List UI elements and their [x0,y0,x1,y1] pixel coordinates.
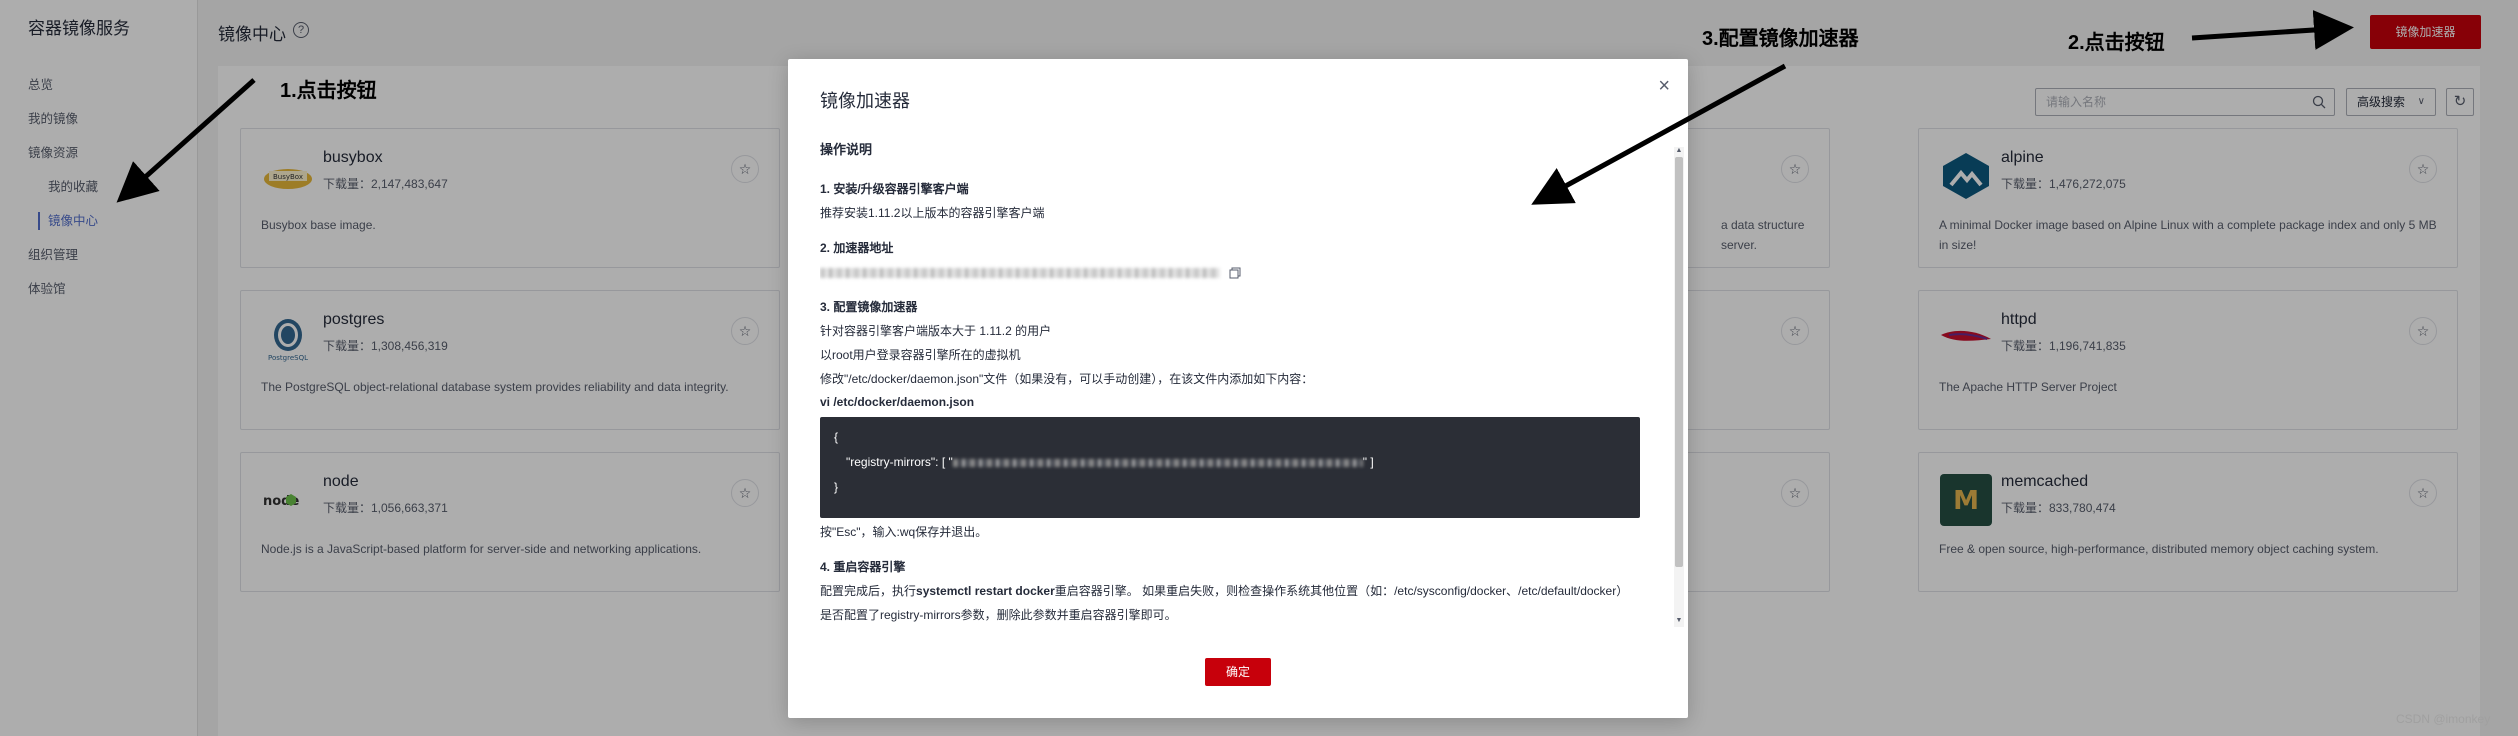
daemon-json-code: { "registry-mirrors": [ " " ] } [820,417,1640,518]
annotation-step3: 3.配置镜像加速器 [1702,28,1859,50]
close-icon[interactable]: × [1658,75,1670,98]
dialog-scrollbar[interactable]: ▲ ▼ [1674,147,1684,627]
step4-title: 4. 重启容器引擎 [820,560,906,574]
copy-icon[interactable] [1229,267,1241,279]
code-close-brace: } [834,480,839,494]
step3-title: 3. 配置镜像加速器 [820,300,918,314]
watermark: CSDN @imonkey [2396,712,2491,726]
step4-line2: 是否配置了registry-mirrors参数，删除此参数并重启容器引擎即可。 [820,608,1177,622]
step4-text-a: 配置完成后，执行 [820,584,917,598]
step1-text: 推荐安装1.11.2以上版本的容器引擎客户端 [820,206,1045,220]
step1-title: 1. 安装/升级容器引擎客户端 [820,182,969,196]
step4-text-c: 重启容器引擎。 如果重启失败，则检查操作系统其他位置（如：/etc/syscon… [1054,584,1629,598]
scroll-up-icon[interactable]: ▲ [1674,147,1684,157]
confirm-button[interactable]: 确定 [1205,658,1271,686]
code-end: " ] [1362,455,1374,469]
scroll-thumb[interactable] [1675,157,1683,567]
step2-title: 2. 加速器地址 [820,241,894,255]
redacted-mirror-url [952,458,1363,467]
annotation-step2: 2.点击按钮 [2068,32,2165,54]
annotation-step1: 1.点击按钮 [280,80,377,102]
section-title: 操作说明 [820,142,873,157]
step4-command: systemctl restart docker [916,584,1055,598]
accelerator-address [820,264,1660,280]
code-open-brace: { [834,430,839,444]
redacted-address [820,267,1220,278]
dialog-body: 操作说明 1. 安装/升级容器引擎客户端 推荐安装1.11.2以上版本的容器引擎… [820,139,1660,629]
code-registry-line: "registry-mirrors": [ " " ] [834,446,1626,479]
step3-file: vi /etc/docker/daemon.json [820,395,975,409]
step3-line1: 针对容器引擎客户端版本大于 1.11.2 的用户 [820,324,1052,338]
accelerator-dialog: 镜像加速器 × 操作说明 1. 安装/升级容器引擎客户端 推荐安装1.11.2以… [788,59,1688,718]
dialog-title: 镜像加速器 [820,91,910,111]
code-key: "registry-mirrors": [ " [846,455,953,469]
step4-line1: 配置完成后，执行systemctl restart docker重启容器引擎。 … [820,583,1660,599]
step3-line2: 以root用户登录容器引擎所在的虚拟机 [820,348,1021,362]
step3-line3: 修改"/etc/docker/daemon.json"文件（如果没有，可以手动创… [820,372,1314,386]
step3-after: 按"Esc"，输入:wq保存并退出。 [820,525,988,539]
scroll-down-icon[interactable]: ▼ [1674,617,1684,627]
